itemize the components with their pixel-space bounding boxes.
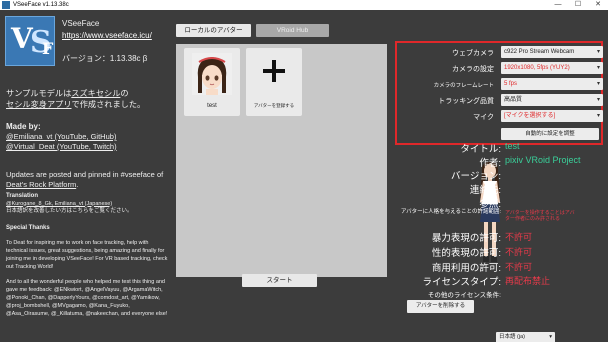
commercial-label: 商用利用の許可: bbox=[431, 263, 501, 274]
minimize-button[interactable]: — bbox=[548, 0, 568, 10]
tracking-quality-select[interactable]: 高品質 ▾ bbox=[501, 94, 603, 106]
special-thanks-section: Special Thanks To Deat for inspiring me … bbox=[6, 224, 171, 318]
contact-label: 連絡先: bbox=[469, 185, 501, 196]
add-avatar-card[interactable]: アバターを登録する bbox=[246, 48, 302, 116]
vseeface-logo: V S F bbox=[5, 16, 55, 66]
delete-avatar-button[interactable]: アバターを削除する bbox=[407, 300, 474, 313]
chevron-down-icon: ▾ bbox=[596, 81, 600, 87]
chevron-down-icon: ▾ bbox=[549, 334, 552, 340]
chevron-down-icon: ▾ bbox=[596, 49, 600, 55]
personation-label: アバターに人格を与えることの許諾範囲: bbox=[400, 209, 501, 215]
chevron-down-icon: ▾ bbox=[596, 65, 600, 71]
license-value: 再配布禁止 bbox=[505, 276, 551, 286]
special-thanks-label: Special Thanks bbox=[6, 225, 50, 231]
author-label: 作者: bbox=[479, 158, 501, 169]
special-thanks-testers: And to all the wonderful people who help… bbox=[6, 279, 168, 317]
tab-vroid-hub[interactable]: VRoid Hub bbox=[256, 24, 329, 37]
website-link[interactable]: https://www.vseeface.icu/ bbox=[62, 31, 152, 40]
commercial-value: 不許可 bbox=[505, 262, 533, 272]
maximize-button[interactable]: ☐ bbox=[568, 0, 588, 10]
avatar-thumbnail bbox=[192, 53, 232, 95]
special-thanks-deat: To Deat for inspiring me to work on face… bbox=[6, 240, 168, 270]
made-by-section: Made by: @Emiliana_vt (YouTube, GitHub) … bbox=[6, 122, 171, 152]
sample-model-credit: サンプルモデルはスズキセシルの セシル変身アプリで作成されました。 bbox=[6, 89, 146, 109]
microphone-select[interactable]: [マイクを選択する] ▾ bbox=[501, 110, 603, 122]
license-label: ライセンスタイプ: bbox=[422, 277, 501, 288]
app-name: VSeeFace bbox=[62, 19, 100, 28]
reference-label: 参照: bbox=[479, 199, 501, 210]
emiliana-links[interactable]: @Emiliana_vt (YouTube, GitHub) bbox=[6, 132, 116, 141]
avatar-name: test bbox=[207, 103, 217, 109]
translation-improve-note[interactable]: 日本語訳を改善したい方はこちらをご覧ください。 bbox=[6, 208, 133, 214]
title-bar: VSeeFace v1.13.38c — ☐ ✕ bbox=[0, 0, 608, 10]
deats-rock-platform-link[interactable]: Deat's Rock Platform bbox=[6, 180, 76, 189]
title-value: test bbox=[505, 141, 520, 151]
tab-local-avatars[interactable]: ローカルのアバター bbox=[176, 24, 251, 37]
app-icon bbox=[2, 1, 10, 9]
other-license-label: その他のライセンス条件: bbox=[427, 292, 501, 299]
microphone-label: マイク bbox=[473, 114, 494, 121]
window-title: VSeeFace v1.13.38c bbox=[13, 2, 69, 8]
info-panel: V S F VSeeFace https://www.vseeface.icu/… bbox=[0, 10, 173, 342]
avatar-card-test[interactable]: test bbox=[184, 48, 240, 116]
violence-label: 暴力表現の許可: bbox=[431, 233, 501, 244]
made-by-label: Made by: bbox=[6, 122, 41, 131]
auto-adjust-button[interactable]: 自動的に設定を調整 bbox=[501, 128, 599, 140]
camera-settings-box: ウェブカメラ c922 Pro Stream Webcam ▾ カメラの設定 19… bbox=[395, 41, 603, 145]
webcam-label: ウェブカメラ bbox=[452, 50, 494, 57]
translator-links[interactable]: @Kurogane_8_Gk, Emiliana_vt (Japanese) bbox=[6, 201, 112, 207]
violence-value: 不許可 bbox=[505, 232, 533, 242]
sexual-label: 性的表現の許可: bbox=[431, 248, 501, 259]
settings-panel: ウェブカメラ c922 Pro Stream Webcam ▾ カメラの設定 19… bbox=[390, 10, 608, 342]
add-avatar-label: アバターを登録する bbox=[253, 103, 295, 108]
suzuki-cecil-link[interactable]: スズキセシル bbox=[71, 89, 120, 98]
avatar-list: test アバターを登録する bbox=[176, 44, 387, 277]
version-text: バージョン：1.13.38c β bbox=[62, 54, 148, 63]
chevron-down-icon: ▾ bbox=[596, 97, 600, 103]
camera-resolution-select[interactable]: 1920x1080, 5fps (YUY2) ▾ bbox=[501, 62, 603, 74]
camera-framerate-label: カメラのフレームレート bbox=[433, 83, 494, 89]
tracking-quality-label: トラッキング品質 bbox=[438, 98, 494, 105]
sexual-value: 不許可 bbox=[505, 247, 533, 257]
translation-section: Translation @Kurogane_8_Gk, Emiliana_vt … bbox=[6, 193, 171, 216]
personation-value: アバターを操作することはアバター作者にのみ許される bbox=[505, 210, 575, 222]
cecil-app-link[interactable]: セシル変身アプリ bbox=[6, 100, 72, 109]
avatar-selection: ローカルのアバター VRoid Hub test アバターを登録する スタート bbox=[173, 10, 390, 342]
title-label: タイトル: bbox=[460, 144, 501, 155]
camera-framerate-select[interactable]: 5 fps ▾ bbox=[501, 78, 603, 90]
plus-icon bbox=[263, 60, 285, 82]
close-button[interactable]: ✕ bbox=[588, 0, 608, 10]
chevron-down-icon: ▾ bbox=[596, 113, 600, 119]
updates-note: Updates are posted and pinned in #vseefa… bbox=[6, 170, 164, 189]
webcam-select[interactable]: c922 Pro Stream Webcam ▾ bbox=[501, 46, 603, 58]
author-value: pixiv VRoid Project bbox=[505, 155, 581, 165]
version-label: バージョン: bbox=[451, 171, 501, 182]
deat-links[interactable]: @Virtual_Deat (YouTube, Twitch) bbox=[6, 142, 117, 151]
translation-label: Translation bbox=[6, 193, 39, 199]
camera-settings-label: カメラの設定 bbox=[452, 66, 494, 73]
start-button[interactable]: スタート bbox=[242, 274, 317, 287]
language-select[interactable]: 日本語 (ja) ▾ bbox=[496, 332, 555, 342]
